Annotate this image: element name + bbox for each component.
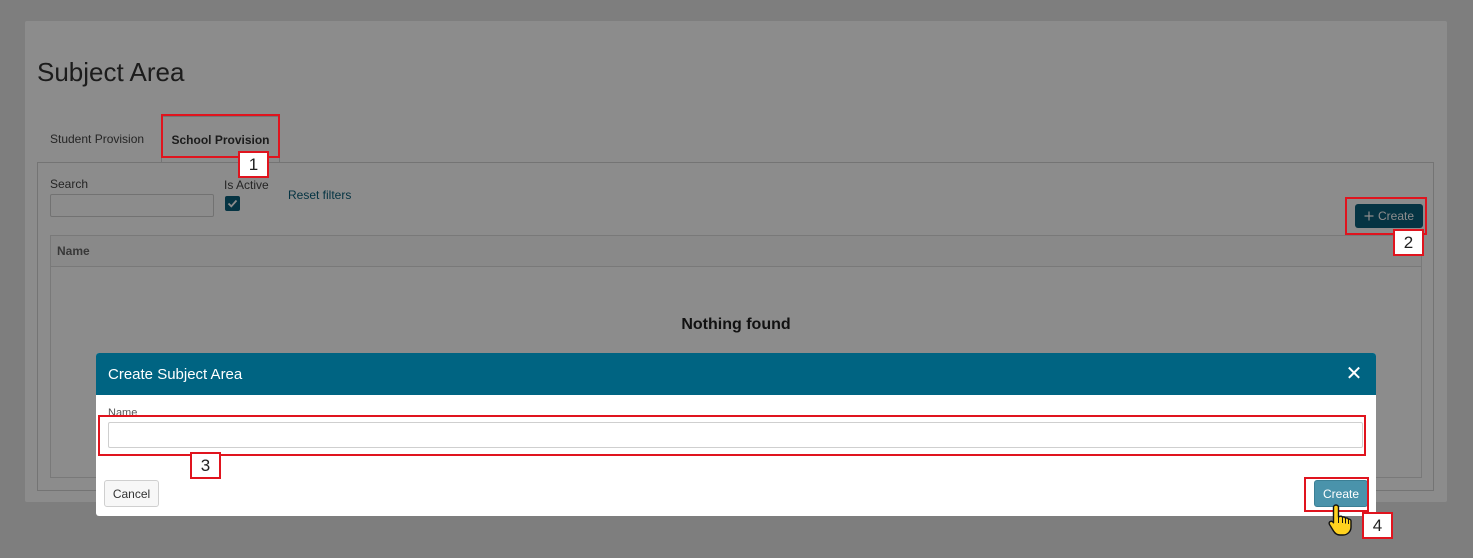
highlight-name-field: [98, 415, 1366, 456]
close-icon[interactable]: ✕: [1344, 362, 1364, 384]
hand-cursor-icon: [1328, 504, 1352, 536]
modal-title: Create Subject Area: [108, 366, 243, 383]
cancel-button[interactable]: Cancel: [104, 480, 159, 507]
step-badge-1: 1: [238, 151, 269, 178]
step-badge-2: 2: [1393, 229, 1424, 256]
step-badge-3: 3: [190, 452, 221, 479]
step-badge-4: 4: [1362, 512, 1393, 539]
modal-header: Create Subject Area ✕: [96, 353, 1376, 395]
